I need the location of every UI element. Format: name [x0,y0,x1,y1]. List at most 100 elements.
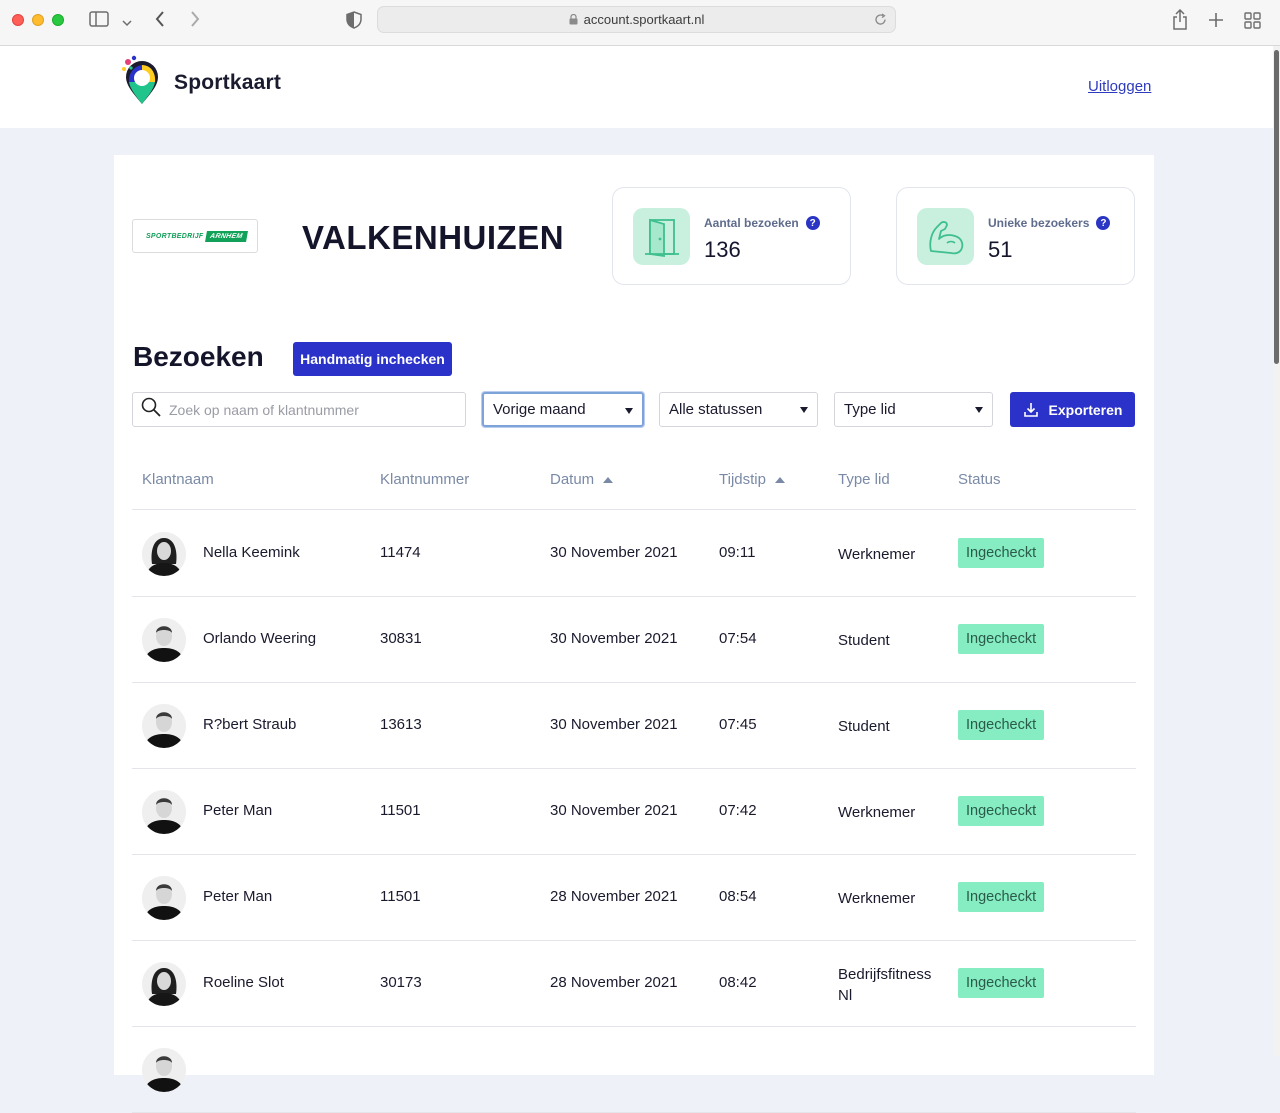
avatar [142,618,186,662]
cell-date: 30 November 2021 [550,716,678,733]
cell-member-type: Bedrijfsfitness Nl [838,966,932,1004]
cell-customer-number: 11501 [380,888,421,905]
column-header-date[interactable]: Datum [550,471,614,488]
column-header-name[interactable]: Klantnaam [142,471,214,488]
cell-customer-number: 30831 [380,630,422,647]
browser-toolbar: account.sportkaart.nl [0,0,1280,46]
new-tab-icon[interactable] [1208,12,1224,33]
cell-date: 30 November 2021 [550,544,678,561]
cell-member-type: Werknemer [838,804,916,821]
status-badge: Ingecheckt [958,968,1045,998]
manual-checkin-button[interactable]: Handmatig inchecken [293,342,452,376]
cell-time: 09:11 [719,544,756,561]
reload-icon[interactable] [874,13,887,26]
cell-time: 07:54 [719,630,757,647]
logout-link[interactable]: Uitloggen [1088,78,1151,95]
member-type-select[interactable]: Type lid [834,392,993,427]
table-row[interactable]: Peter Man 11501 28 November 2021 08:54 Werkn… [132,854,1136,941]
column-header-number[interactable]: Klantnummer [380,471,469,488]
stat-value-unique-visitors: 51 [988,237,1013,262]
cell-member-type: Student [838,632,890,649]
cell-customer-number: 11501 [380,802,421,819]
column-header-status[interactable]: Status [958,471,1001,488]
cell-time: 07:42 [719,802,757,819]
organization-logo-text-right: ARNHEM [204,230,248,242]
share-icon[interactable] [1172,8,1188,36]
stat-label: Unieke bezoekers ? [988,216,1111,230]
avatar [142,962,186,1006]
avatar [142,532,186,576]
table-row[interactable]: Nella Keemink 11474 30 November 2021 09:11 W… [132,510,1136,597]
cell-customer-number: 30173 [380,974,422,991]
minimize-window-button[interactable] [32,14,44,26]
zoom-window-button[interactable] [52,14,64,26]
cell-customer-name: Peter Man [203,888,273,905]
period-select[interactable]: Vorige maand [482,392,644,427]
table-header: Klantnaam Klantnummer Datum Tijdstip Typ… [132,461,1136,510]
url-text: account.sportkaart.nl [583,12,705,27]
tab-overview-icon[interactable] [1244,12,1261,34]
search-input[interactable] [167,400,461,419]
sidebar-toggle-icon[interactable] [89,10,109,33]
help-icon[interactable]: ? [1096,216,1111,230]
column-header-time[interactable]: Tijdstip [719,471,785,488]
period-select-value: Vorige maand [493,401,586,418]
main-card: SPORTBEDRIJF ARNHEM VALKENHUIZEN Aantal … [114,155,1154,1113]
cell-customer-name: Orlando Weering [203,630,317,647]
status-badge: Ingecheckt [958,538,1045,568]
forward-icon[interactable] [189,10,201,33]
avatar [142,790,186,834]
column-header-member-type[interactable]: Type lid [838,471,890,488]
caret-down-icon [625,408,633,414]
cell-member-type: Student [838,718,890,735]
page-scrollbar[interactable] [1273,46,1280,1056]
muscle-arm-icon [917,208,974,265]
location-title: VALKENHUIZEN [302,219,565,256]
cell-customer-number: 11474 [380,544,421,561]
privacy-shield-icon[interactable] [346,11,362,34]
cell-date: 28 November 2021 [550,974,678,991]
cell-customer-name: R?bert Straub [203,716,297,733]
cell-customer-name: Peter Man [203,802,273,819]
scrollbar-thumb[interactable] [1274,50,1279,364]
status-select-value: Alle statussen [669,401,763,418]
caret-down-icon [975,407,983,413]
member-type-select-value: Type lid [844,401,896,418]
door-icon [633,208,690,265]
stat-label-text: Unieke bezoekers [988,216,1090,230]
sort-ascending-icon [603,476,614,483]
avatar [142,1048,186,1092]
export-button[interactable]: Exporteren [1010,392,1135,427]
export-button-label: Exporteren [1048,401,1123,418]
back-icon[interactable] [154,10,166,33]
organization-logo: SPORTBEDRIJF ARNHEM [132,219,258,253]
close-window-button[interactable] [12,14,24,26]
help-icon[interactable]: ? [805,216,820,230]
address-bar[interactable]: account.sportkaart.nl [377,6,896,33]
status-badge: Ingecheckt [958,624,1045,654]
table-row[interactable]: Roeline Slot 30173 28 November 2021 08:42 Be… [132,940,1136,1027]
cell-time: 07:45 [719,716,757,733]
organization-logo-text-left: SPORTBEDRIJF [145,232,204,240]
status-badge: Ingecheckt [958,796,1045,826]
cell-member-type: Werknemer [838,546,916,563]
cell-member-type: Werknemer [838,890,916,907]
sportkaart-logo[interactable]: Sportkaart [120,54,281,111]
table-row[interactable]: Orlando Weering 30831 30 November 2021 07:5… [132,596,1136,683]
avatar [142,876,186,920]
caret-down-icon [800,407,808,413]
stat-value-visits: 136 [704,237,741,262]
table-row[interactable]: Peter Man 11501 30 November 2021 07:42 Werkn… [132,768,1136,855]
chevron-down-icon[interactable] [122,14,132,32]
cell-customer-number: 13613 [380,716,422,733]
stat-label-text: Aantal bezoeken [704,216,799,230]
table-row[interactable] [132,1026,1136,1113]
cell-time: 08:54 [719,888,757,905]
cell-time: 08:42 [719,974,757,991]
table-row[interactable]: R?bert Straub 13613 30 November 2021 07:45 S… [132,682,1136,769]
status-badge: Ingecheckt [958,710,1045,740]
avatar [142,704,186,748]
search-box[interactable] [132,392,466,427]
logo-pin-icon [120,54,164,111]
status-select[interactable]: Alle statussen [659,392,818,427]
